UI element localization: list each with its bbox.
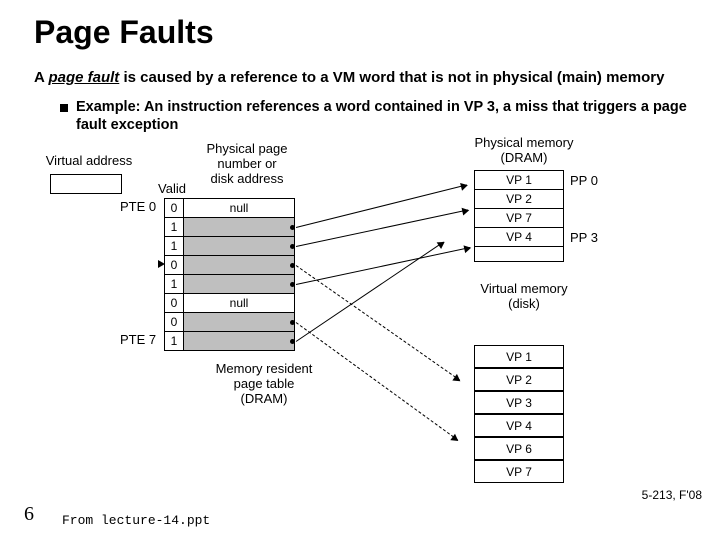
arrow-line [296, 242, 444, 342]
pte-valid: 0 [165, 256, 184, 275]
definition-pre: A [34, 69, 48, 86]
label-page-table: Memory resident page table (DRAM) [194, 362, 334, 407]
arrow-line [296, 184, 467, 228]
pte-valid: 0 [165, 199, 184, 218]
pte-valid: 0 [165, 313, 184, 332]
bullet-icon [60, 104, 68, 112]
arrow-dot [290, 339, 295, 344]
pm-row: VP 4 [475, 228, 564, 247]
label-pte0: PTE 0 [120, 199, 156, 214]
pte-addr [184, 275, 295, 294]
pte-valid: 1 [165, 332, 184, 351]
pm-row: VP 7 [475, 209, 564, 228]
definition-keyword: page fault [48, 69, 119, 86]
pte-addr [184, 332, 295, 351]
disk-table: VP 1VP 2VP 3VP 4VP 6VP 7 [474, 345, 564, 483]
arrow-line [296, 247, 470, 285]
definition: A page fault is caused by a reference to… [34, 69, 692, 88]
disk-row: VP 2 [475, 368, 564, 391]
source-line: From lecture-14.ppt [62, 513, 210, 528]
label-ppda: Physical page number or disk address [192, 142, 302, 187]
disk-row: VP 3 [475, 391, 564, 414]
label-valid: Valid [152, 182, 192, 197]
disk-row: VP 4 [475, 414, 564, 437]
arrow-dot [290, 225, 295, 230]
pte-addr: null [184, 294, 295, 313]
physical-memory-table: VP 1VP 2VP 7VP 4 [474, 170, 564, 262]
pm-empty [475, 247, 564, 262]
pte-addr [184, 313, 295, 332]
pte-addr [184, 256, 295, 275]
pte-valid: 0 [165, 294, 184, 313]
disk-row: VP 7 [475, 460, 564, 483]
disk-row: VP 1 [475, 346, 564, 369]
pm-row: VP 2 [475, 190, 564, 209]
arrow-dot [290, 282, 295, 287]
label-pp3: PP 3 [570, 230, 598, 245]
pte-addr [184, 237, 295, 256]
page-table: 0null11010null01 [164, 198, 295, 351]
label-pp0: PP 0 [570, 173, 598, 188]
footer-text: 5-213, F'08 [642, 488, 702, 502]
slide-number: 6 [24, 503, 34, 526]
arrow-dot [290, 263, 295, 268]
label-virtual-address: Virtual address [34, 154, 144, 169]
example-text: Example: An instruction references a wor… [76, 98, 692, 134]
label-phys-mem: Physical memory (DRAM) [454, 136, 594, 166]
page-title: Page Faults [34, 14, 692, 51]
pte-valid: 1 [165, 275, 184, 294]
pte-valid: 1 [165, 218, 184, 237]
disk-row: VP 6 [475, 437, 564, 460]
arrow-dot [290, 320, 295, 325]
label-pte7: PTE 7 [120, 332, 156, 347]
arrow-dot [290, 244, 295, 249]
pm-row: VP 1 [475, 171, 564, 190]
virtual-address-box [50, 174, 122, 194]
example-row: Example: An instruction references a wor… [60, 98, 692, 134]
pte-valid: 1 [165, 237, 184, 256]
definition-post: is caused by a reference to a VM word th… [119, 69, 664, 86]
label-virt-mem: Virtual memory (disk) [454, 282, 594, 312]
pte-addr [184, 218, 295, 237]
pte-addr: null [184, 199, 295, 218]
diagram: Virtual address Valid Physical page numb… [34, 140, 698, 500]
